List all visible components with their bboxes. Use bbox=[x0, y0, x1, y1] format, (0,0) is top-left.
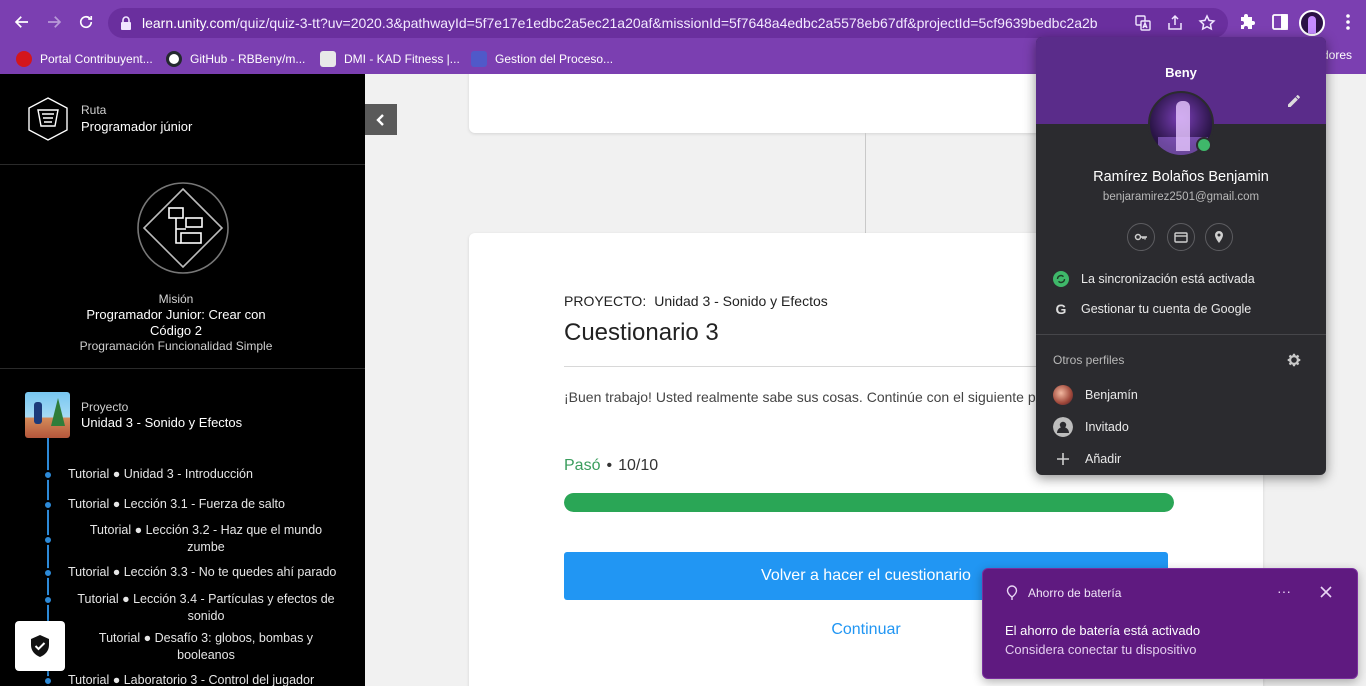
score-line: Pasó • 10/10 bbox=[564, 457, 659, 474]
sync-badge-icon bbox=[1196, 137, 1212, 153]
divider bbox=[0, 368, 365, 369]
more-options-icon[interactable]: ··· bbox=[1277, 583, 1295, 601]
timeline-dot bbox=[43, 595, 53, 605]
sidebar-item-lesson-3-4[interactable]: Tutorial ● Lección 3.4 - Partículas y ef… bbox=[70, 591, 342, 625]
google-icon: G bbox=[1055, 301, 1067, 317]
timeline-dot bbox=[43, 676, 53, 686]
reload-button[interactable] bbox=[74, 10, 98, 34]
forward-icon bbox=[48, 16, 62, 28]
close-icon[interactable] bbox=[1317, 583, 1335, 601]
teams-icon bbox=[471, 51, 487, 67]
extensions-icon[interactable] bbox=[1238, 12, 1258, 32]
card-icon bbox=[1174, 232, 1188, 243]
chevron-left-icon bbox=[376, 113, 384, 126]
bookmark-dmi[interactable]: DMI - KAD Fitness |... bbox=[320, 48, 460, 70]
url-text[interactable]: learn.unity.com/quiz/quiz-3-tt?uv=2020.3… bbox=[142, 15, 1097, 31]
sidebar-item-lesson-3-3[interactable]: Tutorial ● Lección 3.3 - No te quedes ah… bbox=[68, 564, 360, 581]
mission-title[interactable]: Programador Junior: Crear con Código 2 bbox=[80, 307, 272, 339]
bookmark-github[interactable]: GitHub - RBBeny/m... bbox=[166, 48, 305, 70]
profile-short-name: Beny bbox=[1165, 65, 1197, 80]
collapse-sidebar-button[interactable] bbox=[365, 104, 397, 135]
edit-pencil-icon[interactable] bbox=[1286, 93, 1302, 109]
project-thumbnail bbox=[25, 392, 70, 438]
divider bbox=[1036, 334, 1326, 335]
timeline-dot bbox=[43, 500, 53, 510]
score-value: 10/10 bbox=[618, 457, 659, 474]
quiz-title: Cuestionario 3 bbox=[564, 319, 719, 346]
connector-line bbox=[865, 133, 866, 233]
sync-status-row[interactable]: La sincronización está activada bbox=[1036, 265, 1326, 293]
sidebar-item-lesson-3-2[interactable]: Tutorial ● Lección 3.2 - Haz que el mund… bbox=[86, 522, 326, 556]
notification-title: Ahorro de batería bbox=[1028, 586, 1122, 600]
profile-full-name: Ramírez Bolaños Benjamin bbox=[1093, 169, 1269, 185]
sync-icon bbox=[1053, 271, 1069, 287]
shield-check-icon bbox=[31, 635, 49, 657]
pass-status: Pasó bbox=[564, 457, 601, 474]
battery-saver-notification: Ahorro de batería ··· El ahorro de bater… bbox=[982, 568, 1358, 679]
profile-email: benjaramirez2501@gmail.com bbox=[1102, 191, 1260, 203]
timeline-dot bbox=[43, 535, 53, 545]
path-title[interactable]: Programador júnior bbox=[81, 119, 192, 134]
key-icon bbox=[1134, 233, 1147, 241]
share-icon[interactable] bbox=[1166, 14, 1184, 32]
path-kicker: Ruta bbox=[81, 103, 107, 117]
gear-icon[interactable] bbox=[1286, 352, 1302, 368]
divider bbox=[0, 164, 365, 165]
other-profiles-heading: Otros perfiles bbox=[1053, 353, 1125, 367]
sidebar-item-lab-3[interactable]: Tutorial ● Laboratorio 3 - Control del j… bbox=[68, 672, 360, 686]
guest-avatar-icon bbox=[1053, 417, 1073, 437]
profile-item-benjamin[interactable]: Benjamín bbox=[1036, 381, 1326, 409]
timeline-dot bbox=[43, 568, 53, 578]
profile-avatar-button[interactable] bbox=[1299, 10, 1325, 36]
back-button[interactable] bbox=[10, 10, 34, 34]
profile-item-guest[interactable]: Invitado bbox=[1036, 413, 1326, 441]
project-label: PROYECTO: Unidad 3 - Sonido y Efectos bbox=[564, 293, 828, 309]
dmi-icon bbox=[320, 51, 336, 67]
battery-leaf-icon bbox=[1006, 585, 1018, 600]
translate-icon[interactable] bbox=[1134, 14, 1152, 32]
plus-icon bbox=[1057, 453, 1069, 465]
mission-badge-icon bbox=[137, 182, 229, 274]
pathway-logo-icon bbox=[28, 97, 68, 141]
manage-google-account-row[interactable]: G Gestionar tu cuenta de Google bbox=[1036, 295, 1326, 323]
side-panel-icon[interactable] bbox=[1270, 12, 1290, 32]
mission-subtitle: Programación Funcionalidad Simple bbox=[79, 339, 273, 353]
sidebar-item-lesson-3-1[interactable]: Tutorial ● Lección 3.1 - Fuerza de salto bbox=[68, 496, 360, 513]
project-kicker: Proyecto bbox=[81, 400, 129, 414]
sidebar-item-intro[interactable]: Tutorial ● Unidad 3 - Introducción bbox=[68, 466, 360, 483]
notification-heading: El ahorro de batería está activado bbox=[1005, 623, 1201, 638]
star-icon[interactable] bbox=[1198, 14, 1216, 32]
github-icon bbox=[166, 51, 182, 67]
bookmark-gestion[interactable]: Gestion del Proceso... bbox=[471, 48, 613, 70]
lock-icon[interactable] bbox=[118, 15, 134, 31]
bookmarks-overflow[interactable]: dores bbox=[1322, 48, 1352, 62]
profile-popup: Beny Ramírez Bolaños Benjamin benjaramir… bbox=[1036, 37, 1326, 475]
score-progress-fill bbox=[564, 493, 1174, 512]
location-icon bbox=[1215, 231, 1223, 243]
add-profile-row[interactable]: Añadir bbox=[1036, 445, 1326, 473]
bookmark-portal[interactable]: Portal Contribuyent... bbox=[16, 48, 153, 70]
learning-sidebar: Ruta Programador júnior Misión Programad… bbox=[0, 74, 365, 686]
portal-icon bbox=[16, 51, 32, 67]
score-progress-bar bbox=[564, 493, 1174, 512]
avatar bbox=[1053, 385, 1073, 405]
project-title[interactable]: Unidad 3 - Sonido y Efectos bbox=[81, 415, 242, 430]
payment-methods-button[interactable] bbox=[1167, 223, 1195, 251]
privacy-shield-button[interactable] bbox=[15, 621, 65, 671]
back-icon bbox=[14, 16, 28, 28]
addresses-button[interactable] bbox=[1205, 223, 1233, 251]
forward-button[interactable] bbox=[42, 10, 66, 34]
mission-kicker: Misión bbox=[158, 292, 194, 306]
address-bar[interactable]: learn.unity.com/quiz/quiz-3-tt?uv=2020.3… bbox=[108, 8, 1228, 38]
timeline-dot bbox=[43, 470, 53, 480]
menu-icon[interactable] bbox=[1340, 12, 1356, 32]
notification-body: Considera conectar tu dispositivo bbox=[1005, 642, 1197, 657]
sidebar-item-challenge-3[interactable]: Tutorial ● Desafío 3: globos, bombas y b… bbox=[90, 630, 322, 664]
passwords-button[interactable] bbox=[1127, 223, 1155, 251]
reload-icon bbox=[79, 15, 93, 29]
